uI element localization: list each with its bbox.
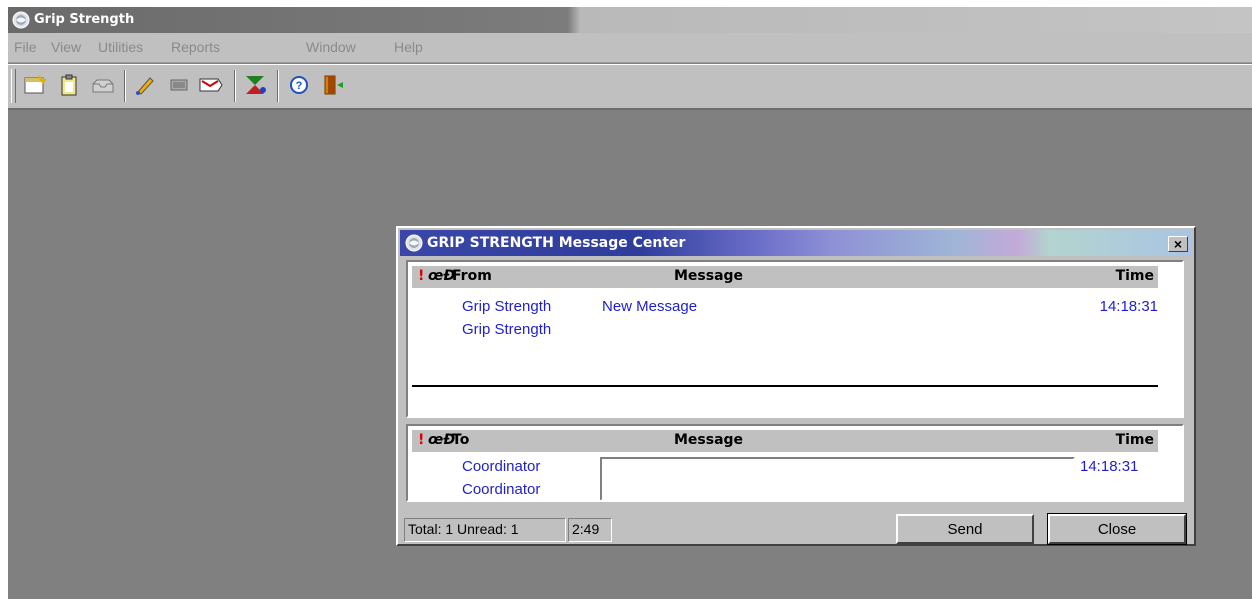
incoming-row-time[interactable]: 14:18:31 [1100, 298, 1158, 315]
column-header-time[interactable]: Time [1116, 432, 1154, 448]
help-icon: ? [289, 75, 309, 98]
incoming-row-from[interactable]: Grip Strength [462, 298, 551, 315]
priority-icon: ! [418, 432, 425, 448]
card-button[interactable] [164, 72, 194, 100]
toolbar-separator [124, 70, 126, 102]
dialog-titlebar[interactable]: GRIP STRENGTH Message Center × [400, 230, 1192, 256]
menu-bar: File View Utilities Reports Window Help [8, 33, 1252, 63]
divider [412, 385, 1158, 387]
close-icon[interactable]: × [1168, 236, 1188, 252]
message-count-status: Total: 1 Unread: 1 [404, 518, 566, 542]
menu-window[interactable]: Window [306, 39, 356, 55]
grip-strength-logo-icon [12, 11, 30, 32]
help-button[interactable]: ? [284, 72, 314, 100]
outgoing-messages-list[interactable]: ! œÐ To Message Time Coordinator Coordin… [406, 424, 1184, 502]
menu-reports[interactable]: Reports [171, 39, 220, 55]
app-title: Grip Strength [34, 12, 135, 27]
send-button[interactable]: Send [896, 514, 1034, 544]
clipboard-button[interactable] [54, 72, 84, 100]
message-center-dialog: GRIP STRENGTH Message Center × ! œÐ From… [396, 226, 1196, 546]
card-icon [169, 78, 189, 95]
toolbar: ? [8, 64, 1252, 110]
toolbar-separator [277, 70, 279, 102]
priority-icon: ! [418, 268, 425, 284]
column-header-from[interactable]: From [452, 268, 492, 284]
inbox-tray-icon [91, 76, 115, 97]
outgoing-list-header: ! œÐ To Message Time [412, 430, 1158, 452]
mail-tag-button[interactable] [196, 72, 226, 100]
toolbar-grip[interactable] [11, 69, 16, 103]
users-button[interactable] [240, 72, 270, 100]
inbox-button[interactable] [88, 72, 118, 100]
outgoing-row-time[interactable]: 14:18:31 [1080, 458, 1138, 475]
new-message-icon [24, 75, 48, 98]
menu-help[interactable]: Help [394, 39, 423, 55]
toolbar-separator [234, 70, 236, 102]
grip-strength-logo-icon [405, 234, 423, 255]
column-header-message[interactable]: Message [674, 432, 743, 448]
mail-tag-icon [198, 75, 224, 98]
incoming-row-from[interactable]: Grip Strength [462, 321, 551, 338]
new-message-button[interactable] [20, 72, 50, 100]
menu-view[interactable]: View [51, 39, 81, 55]
menu-file[interactable]: File [14, 39, 37, 55]
app-titlebar[interactable]: Grip Strength [8, 7, 1252, 33]
menu-utilities[interactable]: Utilities [98, 39, 143, 55]
outgoing-row-to[interactable]: Coordinator [462, 481, 540, 498]
close-button[interactable]: Close [1047, 513, 1187, 545]
incoming-list-header: ! œÐ From Message Time [412, 266, 1158, 288]
svg-text:?: ? [296, 80, 303, 92]
incoming-messages-list[interactable]: ! œÐ From Message Time Grip Strength New… [406, 260, 1184, 418]
exit-button[interactable] [318, 72, 348, 100]
exit-door-icon [322, 74, 344, 99]
users-icon [243, 74, 267, 99]
column-header-to[interactable]: To [452, 432, 469, 448]
edit-pencil-icon [134, 75, 156, 98]
column-header-time[interactable]: Time [1116, 268, 1154, 284]
column-header-message[interactable]: Message [674, 268, 743, 284]
outgoing-row-to[interactable]: Coordinator [462, 458, 540, 475]
message-input[interactable] [600, 457, 1075, 500]
timer-status: 2:49 [568, 518, 612, 542]
dialog-title: GRIP STRENGTH Message Center [427, 235, 686, 251]
incoming-row-message[interactable]: New Message [602, 298, 697, 315]
clipboard-icon [59, 74, 79, 99]
edit-button[interactable] [130, 72, 160, 100]
